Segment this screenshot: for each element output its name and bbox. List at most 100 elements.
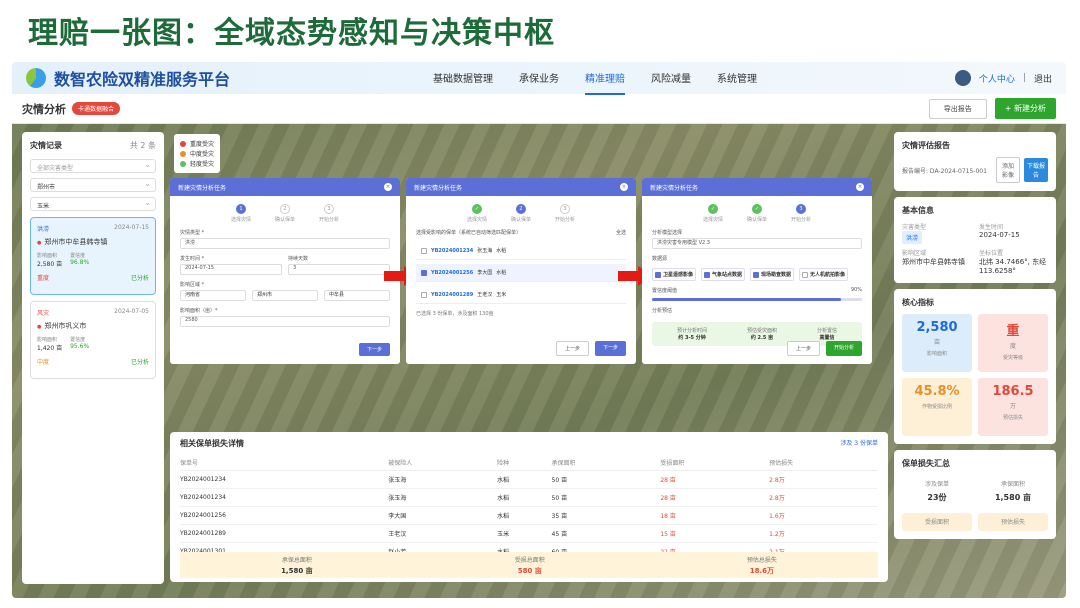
nav-basic-data[interactable]: 基础数据管理 bbox=[433, 62, 493, 95]
table-row[interactable]: YB2024001289 王老汉 玉米 45 亩 15 亩 1.2万 bbox=[180, 524, 878, 543]
checkbox[interactable] bbox=[421, 269, 427, 276]
date-field[interactable]: 2024-07-15 bbox=[180, 264, 282, 275]
loss-key: 涉及保单 bbox=[924, 481, 949, 488]
more-link[interactable]: 涉及 3 份保单 bbox=[840, 438, 878, 449]
city-select[interactable]: 郑州市 bbox=[30, 178, 156, 192]
table-row[interactable]: YB2024001234 张玉海 水稻 50 亩 28 亩 2.8万 bbox=[180, 488, 878, 507]
slider-fill bbox=[652, 298, 841, 301]
disaster-type-select[interactable]: 全部灾害类型 bbox=[30, 159, 156, 173]
source-option[interactable]: 无人机航拍影像 bbox=[799, 268, 849, 281]
disaster-type-field[interactable]: 洪涝 bbox=[180, 238, 390, 249]
col-header: 保单号 bbox=[180, 455, 389, 471]
table-row[interactable]: YB2024001234 张玉海 水稻 50 亩 28 亩 2.8万 bbox=[180, 470, 878, 489]
step-label: 开始分析 bbox=[555, 217, 576, 223]
prev-button[interactable]: 上一步 bbox=[555, 341, 589, 356]
main-nav: 基础数据管理 承保业务 精准理赔 风险减量 系统管理 bbox=[420, 62, 770, 95]
checkbox[interactable] bbox=[704, 271, 711, 278]
source-option[interactable]: 气象站点数据 bbox=[701, 268, 746, 281]
policy-holder: 王老汉 bbox=[477, 292, 493, 298]
area-value: 2,580 亩 bbox=[37, 261, 63, 268]
analysis-status: 已分析 bbox=[130, 275, 149, 282]
checkbox[interactable] bbox=[421, 247, 427, 254]
checkbox[interactable] bbox=[753, 271, 760, 278]
analysis-status: 已分析 bbox=[130, 359, 149, 366]
satellite-map[interactable]: 灾情记录 共 2 条 全部灾害类型 郑州市 玉米 洪涝 2024-07-15 郑州… bbox=[12, 124, 1066, 598]
platform-logo-icon bbox=[26, 68, 46, 88]
cell: 张玉海 bbox=[388, 470, 498, 489]
close-icon[interactable]: × bbox=[384, 183, 392, 191]
nav-precise-claims[interactable]: 精准理赔 bbox=[585, 62, 626, 95]
loss-key: 预估损失 bbox=[1000, 519, 1025, 526]
policy-hint: 选择受影响的保单（系统已自动筛选匹配保单） bbox=[416, 230, 522, 236]
cell: 50 亩 bbox=[551, 470, 661, 489]
metric-tile: 186.5 万预估损失 bbox=[978, 378, 1048, 436]
field-value: 中牟县 bbox=[329, 292, 345, 298]
nav-underwriting[interactable]: 承保业务 bbox=[519, 62, 559, 95]
page-title: 灾情分析 bbox=[22, 102, 66, 116]
loss-value: 1,580 亩 bbox=[994, 493, 1032, 502]
policy-id: YB2024001289 bbox=[431, 291, 474, 298]
checkbox[interactable] bbox=[655, 271, 661, 278]
crop-select[interactable]: 玉米 bbox=[30, 197, 156, 211]
step-label: 确认保单 bbox=[746, 217, 767, 223]
check-icon: ✓ bbox=[707, 204, 718, 214]
city-select[interactable]: 郑州市 bbox=[252, 290, 318, 301]
avatar[interactable] bbox=[954, 70, 971, 86]
user-center-link[interactable]: 个人中心 bbox=[979, 72, 1015, 85]
county-select[interactable]: 中牟县 bbox=[324, 290, 390, 301]
result-value: 高置信 bbox=[819, 335, 835, 341]
policy-row[interactable]: YB2024001256 李大国 水稻 bbox=[416, 264, 626, 282]
metric-value: 45.8% bbox=[914, 384, 960, 399]
cell: 玉米 bbox=[497, 524, 552, 543]
province-select[interactable]: 河南省 bbox=[180, 290, 246, 301]
metric-label: 受灾等级 bbox=[1002, 355, 1023, 361]
loss-detail-title: 相关保单损失详情 bbox=[180, 439, 244, 448]
logout-link[interactable]: 退出 bbox=[1034, 72, 1052, 85]
app-window: 数智农险双精准服务平台 基础数据管理 承保业务 精准理赔 风险减量 系统管理 个… bbox=[12, 62, 1066, 598]
close-icon[interactable]: × bbox=[856, 183, 864, 191]
policy-row[interactable]: YB2024001289 王老汉 玉米 bbox=[416, 286, 626, 304]
download-report-button[interactable]: 下载报告 bbox=[1024, 158, 1048, 182]
mild-dot-icon bbox=[180, 160, 186, 167]
nav-risk-reduction[interactable]: 风险减量 bbox=[651, 62, 691, 95]
step-label: 确认保单 bbox=[274, 217, 295, 223]
step-label: 选择灾情 bbox=[230, 217, 251, 223]
step-label: 开始分析 bbox=[791, 217, 812, 223]
disaster-location: 郑州市巩义市 bbox=[37, 321, 149, 331]
metric-label: 作物受损比例 bbox=[921, 404, 952, 410]
loss-summary-title: 保单损失汇总 bbox=[902, 459, 950, 468]
next-button[interactable]: 下一步 bbox=[358, 343, 390, 356]
start-analysis-button[interactable]: 开始分析 bbox=[825, 341, 862, 356]
table-row[interactable]: YB2024001256 李大国 水稻 35 亩 18 亩 1.6万 bbox=[180, 506, 878, 525]
checkbox[interactable] bbox=[802, 271, 809, 278]
checkbox[interactable] bbox=[421, 291, 427, 298]
export-report-button[interactable]: 导出报告 bbox=[928, 98, 987, 119]
top-bar: 数智农险双精准服务平台 基础数据管理 承保业务 精准理赔 风险减量 系统管理 个… bbox=[12, 62, 1066, 95]
new-analysis-button[interactable]: + 新建分析 bbox=[994, 98, 1056, 119]
new-task-dialog-step2: 新建灾情分析任务 × ✓ 选择灾情 2 确认保单 3 开始分析 选择受影响的保单（系统已… bbox=[406, 178, 636, 364]
disaster-card[interactable]: 洪涝2024-07-15 郑州市中牟县韩寺镇 影响面积2,580 亩 置信度96… bbox=[30, 217, 156, 295]
policy-id: YB2024001256 bbox=[431, 269, 474, 276]
confidence-slider[interactable] bbox=[652, 298, 862, 301]
cell: 15 亩 bbox=[660, 524, 770, 543]
add-image-button[interactable]: 添加影像 bbox=[996, 157, 1020, 183]
policy-row[interactable]: YB2024001234 张玉海 水稻 bbox=[416, 242, 626, 260]
source-option[interactable]: 现场勘查数据 bbox=[750, 268, 795, 281]
nav-system[interactable]: 系统管理 bbox=[717, 62, 757, 95]
col-header: 承保面积 bbox=[551, 455, 661, 471]
prev-button[interactable]: 上一步 bbox=[786, 341, 820, 356]
next-button[interactable]: 下一步 bbox=[594, 341, 626, 356]
cell: YB2024001234 bbox=[180, 470, 389, 489]
close-icon[interactable]: × bbox=[620, 183, 628, 191]
field-value: 洪涝灾害专用模型 V2.3 bbox=[657, 240, 710, 246]
source-label: 卫星遥感影像 bbox=[663, 272, 694, 278]
area-field[interactable]: 2580 bbox=[180, 316, 390, 327]
select-all-toggle[interactable]: 全选 bbox=[616, 229, 626, 236]
model-select[interactable]: 洪涝灾害专用模型 V2.3 bbox=[652, 238, 862, 249]
check-icon: ✓ bbox=[471, 204, 482, 214]
source-option[interactable]: 卫星遥感影像 bbox=[652, 268, 697, 281]
disaster-card[interactable]: 风灾2024-07-05 郑州市巩义市 影响面积1,420 亩 置信度95.6%… bbox=[30, 301, 156, 379]
info-value: 郑州市中牟县韩寺镇 bbox=[902, 258, 965, 266]
days-field[interactable]: 3 bbox=[288, 264, 390, 275]
info-key: 影响区域 bbox=[902, 250, 927, 257]
